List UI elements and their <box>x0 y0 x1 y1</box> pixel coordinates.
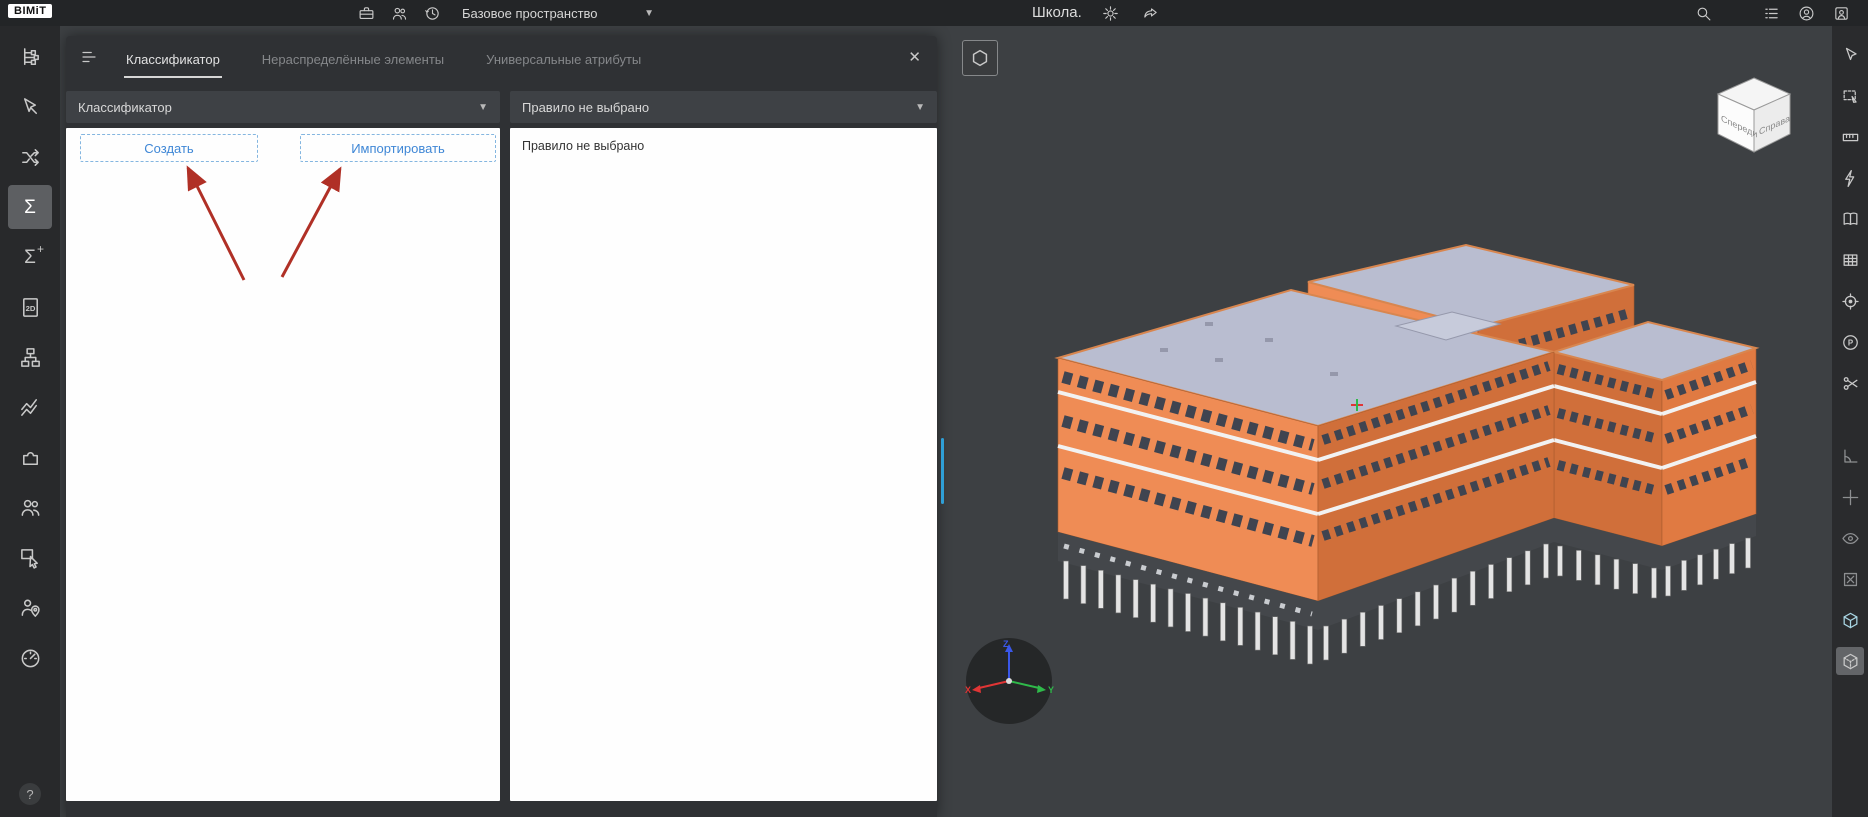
classifier-select-value: Классификатор <box>78 100 172 115</box>
hide-box-icon[interactable] <box>1836 565 1864 593</box>
menu-list-icon[interactable] <box>1761 3 1781 23</box>
section-cut-icon[interactable] <box>1836 369 1864 397</box>
axis-z-label: Z <box>1003 639 1009 649</box>
layers-icon[interactable] <box>1836 205 1864 233</box>
select-cursor-icon[interactable] <box>1836 41 1864 69</box>
measure-icon[interactable] <box>1836 123 1864 151</box>
locate-icon[interactable] <box>1836 287 1864 315</box>
search-icon[interactable] <box>1693 3 1713 23</box>
quick-actions-icon[interactable] <box>1836 164 1864 192</box>
history-icon[interactable] <box>422 3 442 23</box>
chevron-down-icon: ▼ <box>644 8 654 19</box>
classifier-content-area: Создать Импортировать <box>66 128 500 801</box>
rule-content-area: Правило не выбрано <box>510 128 937 801</box>
building-model-3d[interactable] <box>1000 230 1760 750</box>
rule-column: Правило не выбрано ▼ Правило не выбрано <box>510 91 937 801</box>
plugins-icon[interactable] <box>8 435 52 479</box>
axis-x-label: X <box>965 685 971 695</box>
share-icon[interactable] <box>1140 3 1160 23</box>
region-select-icon[interactable] <box>1836 82 1864 110</box>
navigation-cube[interactable]: Спереди Справа <box>1712 72 1797 157</box>
account-icon[interactable] <box>1796 3 1816 23</box>
settings-gear-icon[interactable] <box>1100 3 1120 23</box>
hexagon-icon <box>969 47 991 69</box>
transparent-cube-icon[interactable] <box>1836 647 1864 675</box>
classifier-sigma-icon[interactable]: Σ <box>8 185 52 229</box>
tab-unassigned-elements[interactable]: Нераспределённые элементы <box>260 40 446 78</box>
workspace-dropdown[interactable]: Базовое пространство ▼ <box>462 0 654 26</box>
parking-icon[interactable]: P <box>1836 328 1864 356</box>
structure-org-icon[interactable] <box>8 335 52 379</box>
analytics-icon[interactable] <box>8 385 52 429</box>
issues-icon[interactable] <box>8 535 52 579</box>
svg-text:P: P <box>1847 338 1852 347</box>
model-tree-icon[interactable] <box>8 35 52 79</box>
grid-icon[interactable] <box>1836 246 1864 274</box>
briefcase-icon[interactable] <box>356 3 376 23</box>
isolate-cube-icon[interactable] <box>1836 606 1864 634</box>
classifier-add-sigma-icon[interactable]: Σ + <box>8 235 52 279</box>
close-icon[interactable]: ✕ <box>908 48 921 66</box>
project-title: Школа. <box>1032 4 1082 21</box>
select-pointer-icon[interactable] <box>8 85 52 129</box>
drawings-2d-icon[interactable]: 2D <box>8 285 52 329</box>
rule-empty-text: Правило не выбрано <box>510 128 937 164</box>
viewport-toolbar: P <box>1832 26 1868 817</box>
classifier-select[interactable]: Классификатор ▼ <box>66 91 500 123</box>
dashboard-gauge-icon[interactable] <box>8 635 52 679</box>
axis-gizmo[interactable]: Z X Y <box>963 635 1055 727</box>
classifier-panel: Классификатор Нераспределённые элементы … <box>66 36 937 817</box>
visibility-icon[interactable] <box>1836 524 1864 552</box>
import-classifier-button[interactable]: Импортировать <box>300 134 496 162</box>
relations-icon[interactable] <box>8 135 52 179</box>
topbar: BIMiT Базовое пространство ▼ Школа. <box>0 0 1868 26</box>
tab-universal-attributes[interactable]: Универсальные атрибуты <box>484 40 643 78</box>
workspace-label: Базовое пространство <box>462 6 598 21</box>
chevron-down-icon: ▼ <box>915 102 925 113</box>
tab-classifier[interactable]: Классификатор <box>124 40 222 78</box>
svg-text:2D: 2D <box>25 303 35 312</box>
fit-view-button[interactable] <box>962 40 998 76</box>
help-button[interactable]: ? <box>19 783 41 805</box>
collaboration-icon[interactable] <box>8 485 52 529</box>
user-icon[interactable] <box>1831 3 1851 23</box>
chevron-down-icon: ▼ <box>478 102 488 113</box>
app-logo: BIMiT <box>8 4 52 18</box>
rule-select[interactable]: Правило не выбрано ▼ <box>510 91 937 123</box>
crosshair-icon[interactable] <box>1836 483 1864 511</box>
team-icon[interactable] <box>389 3 409 23</box>
topbar-left-icons <box>356 3 442 23</box>
panel-menu-icon[interactable] <box>80 48 98 66</box>
rule-select-value: Правило не выбрано <box>522 100 649 115</box>
panel-splitter-handle[interactable] <box>941 438 944 504</box>
create-classifier-button[interactable]: Создать <box>80 134 258 162</box>
annotation-arrows <box>66 128 500 801</box>
personnel-location-icon[interactable] <box>8 585 52 629</box>
protractor-icon[interactable] <box>1836 442 1864 470</box>
panel-tabs: Классификатор Нераспределённые элементы … <box>124 40 643 78</box>
left-sidebar: Σ Σ + 2D ? <box>0 26 60 817</box>
classifier-column: Классификатор ▼ Создать Импортировать <box>66 91 500 801</box>
panel-header: Классификатор Нераспределённые элементы … <box>66 36 937 78</box>
axis-y-label: Y <box>1048 685 1054 695</box>
